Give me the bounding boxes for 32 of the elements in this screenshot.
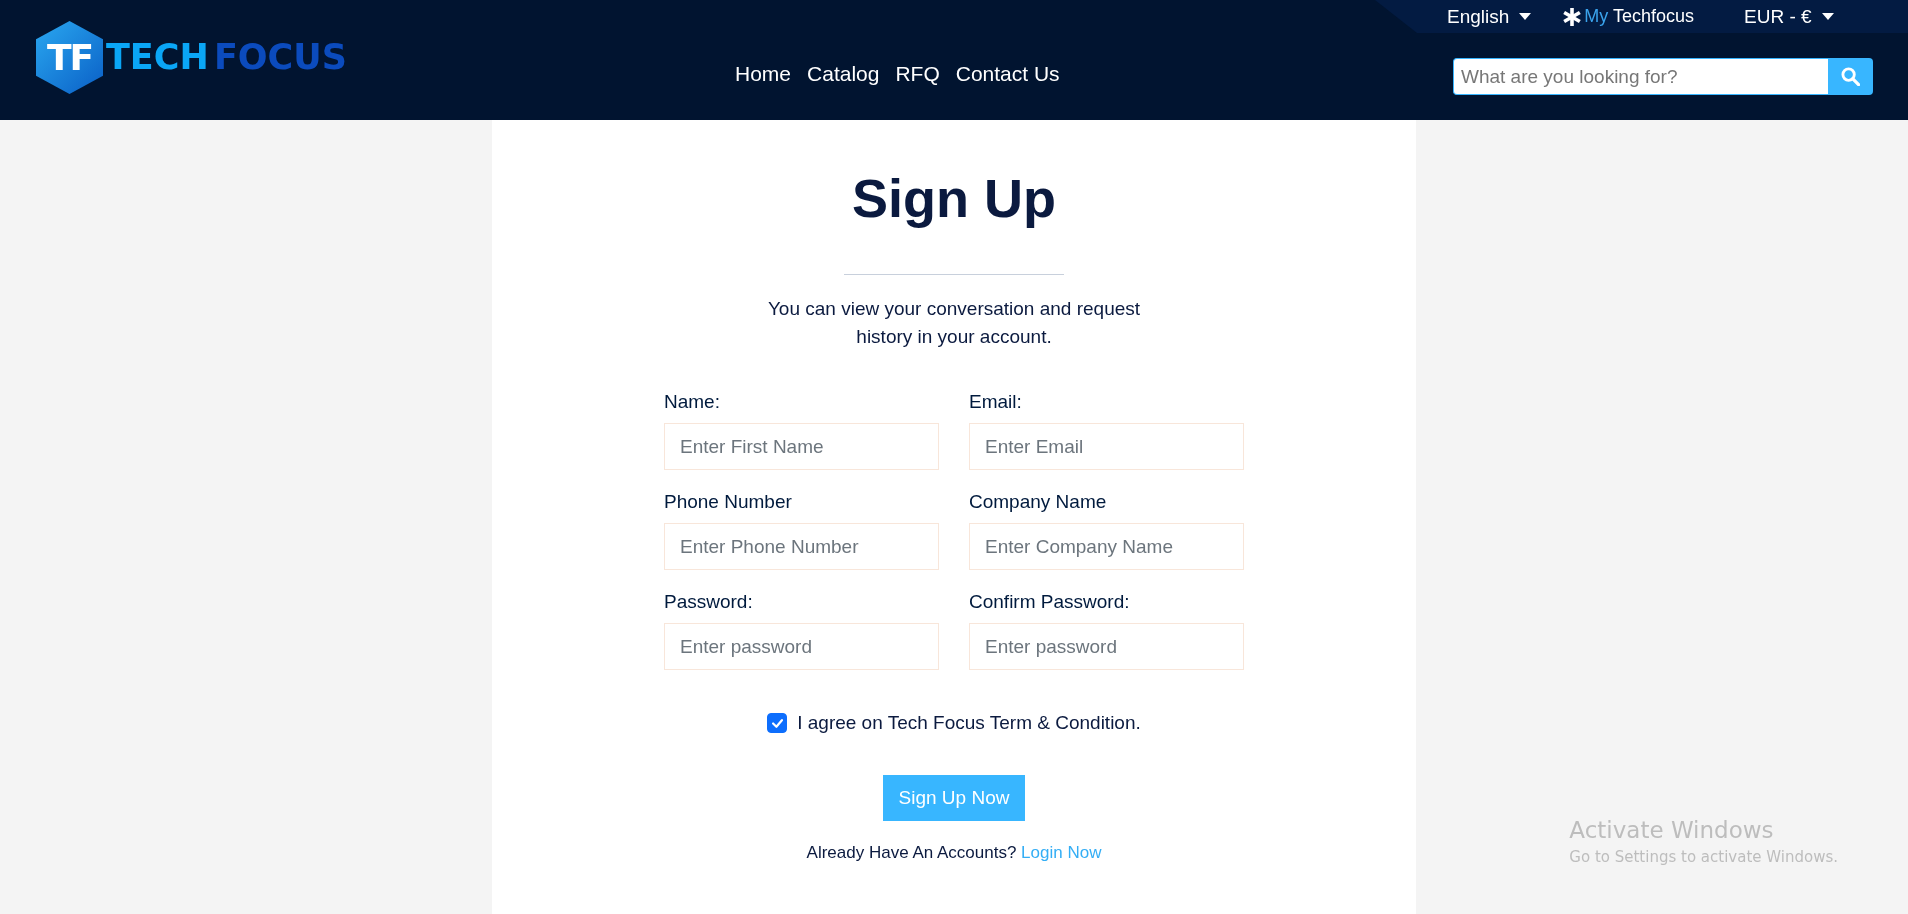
page-title: Sign Up	[852, 167, 1056, 230]
currency-dropdown[interactable]: EUR - €	[1744, 5, 1834, 28]
input-field[interactable]: Enter password	[664, 623, 939, 670]
search-field[interactable]: What are you looking for?	[1453, 58, 1828, 95]
field-label: Email:	[969, 391, 1022, 413]
nav-link[interactable]: Contact Us	[955, 61, 1060, 87]
login-prompt: Already Have An Accounts?	[806, 843, 1017, 862]
nav-link[interactable]: RFQ	[895, 61, 940, 87]
input-field[interactable]: Enter Phone Number	[664, 523, 939, 570]
logo-wordmark[interactable]: TECH FOCUS	[106, 35, 347, 79]
search-icon	[1841, 67, 1860, 86]
my-techfocus-link[interactable]: My Techfocus	[1563, 6, 1695, 27]
asterisk-icon	[1563, 7, 1582, 26]
field-label: Name:	[664, 391, 720, 413]
field-label: Phone Number	[664, 491, 792, 513]
field-label: Confirm Password:	[969, 591, 1130, 613]
input-field[interactable]: Enter Email	[969, 423, 1244, 470]
agree-checkbox[interactable]	[767, 713, 788, 733]
field-label: Company Name	[969, 491, 1107, 513]
caret-icon	[1519, 13, 1532, 20]
caret-icon	[1821, 13, 1834, 20]
language-dropdown[interactable]: English	[1447, 5, 1532, 28]
input-field[interactable]: Enter Company Name	[969, 523, 1244, 570]
agree-label: I agree on Tech Focus Term & Condition.	[797, 711, 1141, 735]
field-label: Password:	[664, 591, 753, 613]
nav-link[interactable]: Home	[735, 61, 792, 87]
input-field[interactable]: Enter First Name	[664, 423, 939, 470]
checkmark-icon	[771, 718, 783, 728]
logo-mark[interactable]: TF	[36, 21, 103, 94]
input-field[interactable]: Enter password	[969, 623, 1244, 670]
nav-link[interactable]: Catalog	[807, 61, 880, 87]
description-text: You can view your conversation and request history in your account.	[766, 297, 1142, 349]
